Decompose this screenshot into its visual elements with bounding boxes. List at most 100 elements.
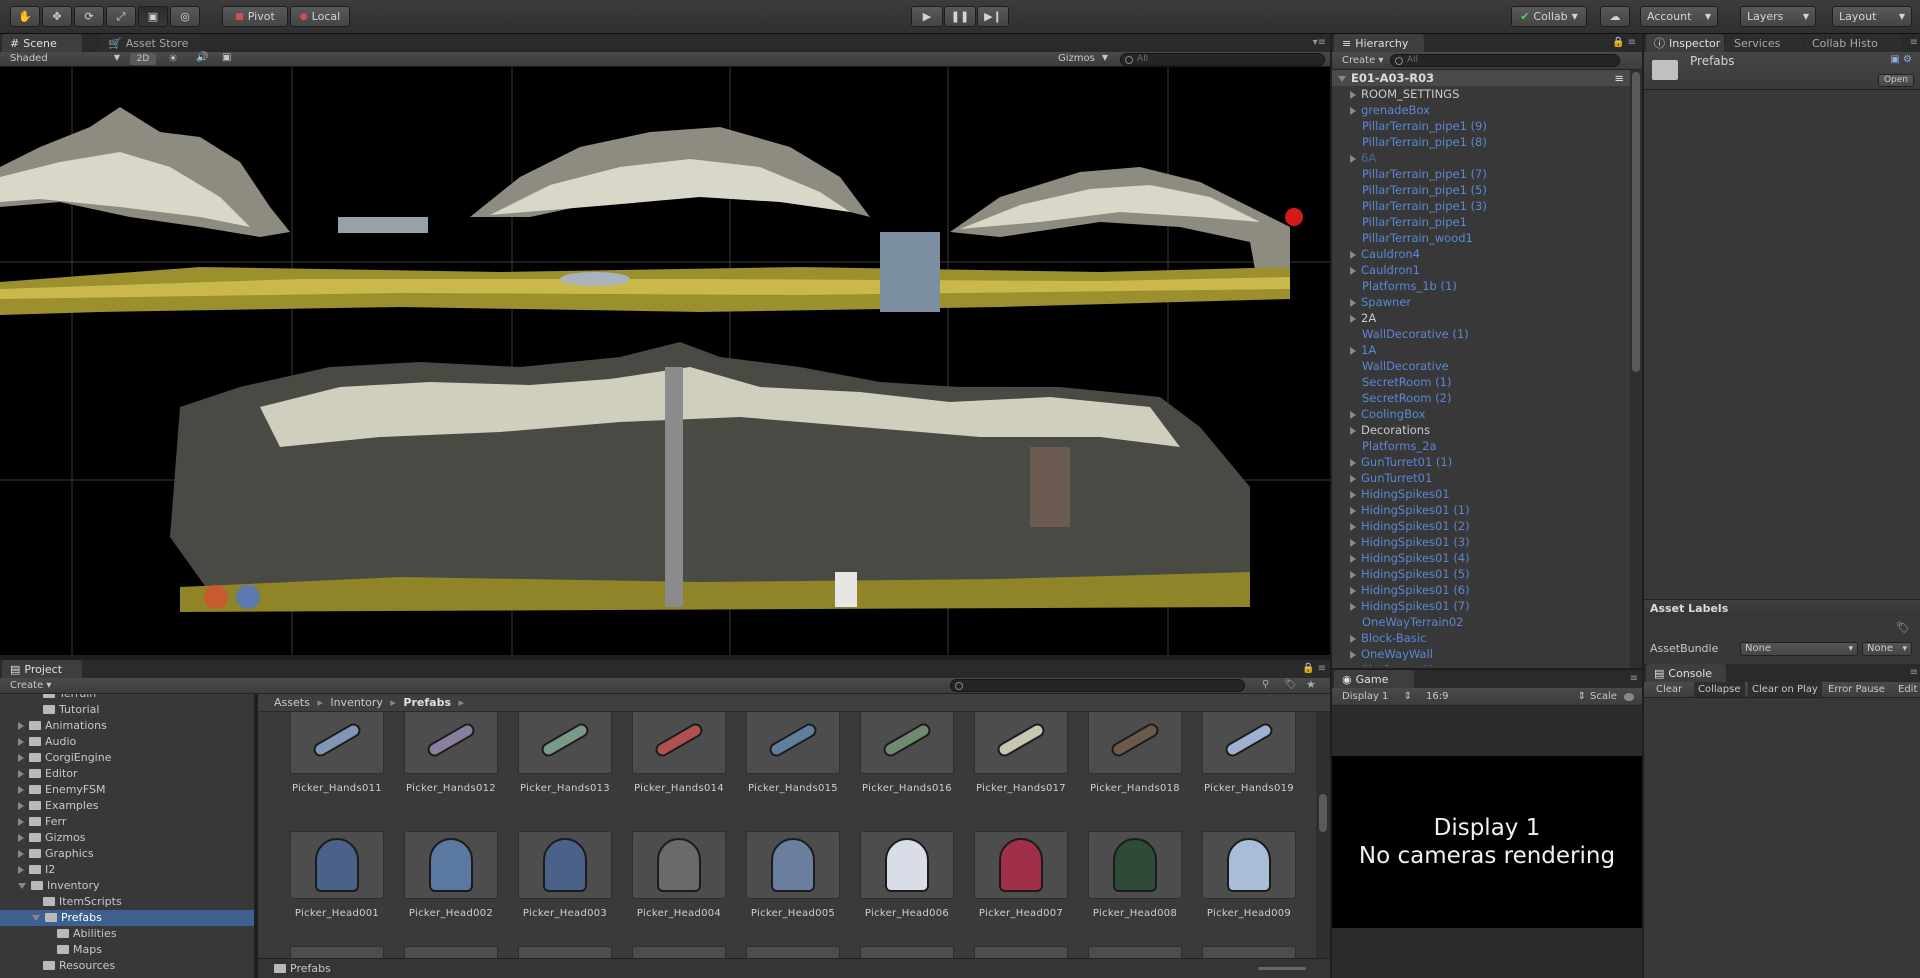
breadcrumb-assets[interactable]: Assets	[274, 696, 310, 709]
hierarchy-item[interactable]: Platforms_2a	[1332, 438, 1437, 454]
assetbundle-variant-dropdown[interactable]: None	[1862, 642, 1912, 656]
assets-scroll-thumb[interactable]	[1319, 794, 1327, 832]
scene-search-input[interactable]: All	[1120, 53, 1325, 66]
tab-hierarchy[interactable]: ≡ Hierarchy	[1334, 34, 1424, 52]
chevron-right-icon[interactable]	[18, 834, 24, 842]
project-tree-item[interactable]: Ferr	[0, 814, 254, 830]
chevron-right-icon[interactable]	[1350, 90, 1356, 99]
chevron-right-icon[interactable]	[1350, 538, 1356, 547]
asset-item[interactable]: Picker_Hands014	[629, 712, 729, 794]
project-tree-item[interactable]: Inventory	[0, 878, 254, 894]
asset-thumbnail[interactable]	[974, 946, 1068, 958]
chevron-right-icon[interactable]	[1350, 506, 1356, 515]
label-tag-icon[interactable]: 🏷	[1896, 621, 1912, 634]
aspect-dropdown[interactable]: 16:9 ⇕	[1426, 688, 1586, 706]
chevron-right-icon[interactable]	[18, 802, 24, 810]
assets-scrollbar[interactable]	[1316, 712, 1330, 958]
step-button[interactable]: ▶❙	[977, 6, 1009, 27]
layers-dropdown[interactable]: Layers ▼	[1740, 6, 1816, 27]
open-button[interactable]: Open	[1878, 74, 1914, 87]
hierarchy-item[interactable]: OneWayTerrain02	[1332, 614, 1463, 630]
chevron-right-icon[interactable]	[1350, 474, 1356, 483]
project-tree-item[interactable]: Graphics	[0, 846, 254, 862]
project-search-input[interactable]	[950, 679, 1245, 692]
asset-item[interactable]: Picker_Head002	[401, 831, 501, 919]
hierarchy-item[interactable]: HidingSpikes01 (4)	[1332, 550, 1470, 566]
audio-icon[interactable]: 🔊	[196, 52, 208, 63]
filter-type-icon[interactable]: ⚲	[1262, 679, 1269, 690]
project-tree-item[interactable]: I2	[0, 862, 254, 878]
chevron-right-icon[interactable]	[1350, 522, 1356, 531]
project-tree-item[interactable]: ItemScripts	[0, 894, 254, 910]
rect-tool-button[interactable]: ▣	[138, 6, 168, 27]
chevron-right-icon[interactable]	[1350, 426, 1356, 435]
shading-dropdown[interactable]: Shaded ▼	[10, 53, 120, 64]
chevron-down-icon[interactable]	[32, 915, 40, 921]
asset-thumbnail[interactable]	[404, 946, 498, 958]
assetbundle-dropdown[interactable]: None	[1740, 642, 1858, 656]
chevron-right-icon[interactable]	[1350, 266, 1356, 275]
hierarchy-create-dropdown[interactable]: Create ▾	[1342, 55, 1390, 66]
asset-item[interactable]: Picker_Hands013	[515, 712, 615, 794]
hierarchy-item[interactable]: Platforms_1b (1)	[1332, 278, 1457, 294]
chevron-right-icon[interactable]	[1350, 586, 1356, 595]
tab-scene[interactable]: # Scene	[2, 34, 82, 52]
project-tree-item[interactable]: Examples	[0, 798, 254, 814]
tab-services[interactable]: Services	[1726, 34, 1802, 52]
project-tree-item[interactable]: Resources	[0, 958, 254, 974]
display-dropdown[interactable]: Display 1 ⇕	[1342, 688, 1412, 706]
console-editor-dropdown[interactable]: Edit	[1898, 682, 1917, 697]
asset-item[interactable]: Picker_Hands016	[857, 712, 957, 794]
chevron-right-icon[interactable]	[18, 818, 24, 826]
chevron-right-icon[interactable]	[18, 738, 24, 746]
hierarchy-item[interactable]: HidingSpikes01 (6)	[1332, 582, 1470, 598]
breadcrumb-prefabs[interactable]: Prefabs	[403, 696, 451, 709]
gizmos-dropdown[interactable]: Gizmos ▼	[1058, 53, 1108, 64]
local-toggle[interactable]: ● Local	[290, 6, 350, 27]
hierarchy-item[interactable]: Block-Basic	[1332, 630, 1426, 646]
hierarchy-item[interactable]: PillarTerrain_pipe1 (7)	[1332, 166, 1487, 182]
tab-asset-store[interactable]: 🛒 Asset Store	[100, 34, 200, 52]
panel-menu-icon[interactable]: ▾≡	[1313, 37, 1326, 48]
asset-item[interactable]: Picker_Hands018	[1085, 712, 1185, 794]
play-button[interactable]: ▶	[911, 6, 943, 27]
asset-item[interactable]: Picker_Hands017	[971, 712, 1071, 794]
asset-thumbnail[interactable]	[746, 946, 840, 958]
hierarchy-item[interactable]: SecretRoom (1)	[1332, 374, 1451, 390]
favorite-star-icon[interactable]: ★	[1306, 678, 1316, 691]
tab-collab-history[interactable]: Collab Histo	[1804, 34, 1902, 52]
thumbnail-size-slider[interactable]	[1258, 967, 1306, 970]
tab-game[interactable]: ◉ Game	[1334, 670, 1414, 688]
effects-icon[interactable]: ▣	[222, 52, 231, 63]
hierarchy-item[interactable]: PillarTerrain_pipe1 (8)	[1332, 134, 1487, 150]
hand-tool-button[interactable]: ✋	[10, 6, 40, 27]
chevron-right-icon[interactable]	[1350, 554, 1356, 563]
hierarchy-item[interactable]: PillarTerrain_pipe1 (3)	[1332, 198, 1487, 214]
chevron-right-icon[interactable]	[1350, 650, 1356, 659]
project-create-dropdown[interactable]: Create ▾	[10, 680, 51, 691]
project-tree-item[interactable]: Animations	[0, 718, 254, 734]
tab-project[interactable]: ▤ Project	[2, 660, 82, 678]
hierarchy-scroll-thumb[interactable]	[1632, 72, 1640, 372]
chevron-right-icon[interactable]	[1350, 458, 1356, 467]
hierarchy-item[interactable]: PillarTerrain_pipe1 (9)	[1332, 118, 1487, 134]
chevron-right-icon[interactable]	[18, 770, 24, 778]
hierarchy-item[interactable]: Spawner	[1332, 294, 1411, 310]
hierarchy-item[interactable]: ROOM_SETTINGS	[1332, 86, 1459, 102]
hierarchy-item[interactable]: OneWayWall	[1332, 646, 1433, 662]
pause-button[interactable]: ❚❚	[944, 6, 976, 27]
asset-thumbnail[interactable]	[518, 946, 612, 958]
asset-item[interactable]: Picker_Hands015	[743, 712, 843, 794]
hierarchy-item[interactable]: Decorations	[1332, 422, 1430, 438]
project-tree-item[interactable]: Gizmos	[0, 830, 254, 846]
chevron-right-icon[interactable]	[1350, 490, 1356, 499]
asset-thumbnail[interactable]	[632, 946, 726, 958]
hierarchy-item[interactable]: Platforms_1b	[1332, 662, 1437, 666]
cloud-button[interactable]: ☁	[1600, 6, 1630, 27]
project-tree-item[interactable]: EnemyFSM	[0, 782, 254, 798]
scene-menu-icon[interactable]: ≡	[1614, 70, 1624, 86]
asset-item[interactable]: Picker_Head006	[857, 831, 957, 919]
chevron-right-icon[interactable]	[18, 786, 24, 794]
asset-item[interactable]: Picker_Head008	[1085, 831, 1185, 919]
asset-thumbnail[interactable]	[290, 946, 384, 958]
